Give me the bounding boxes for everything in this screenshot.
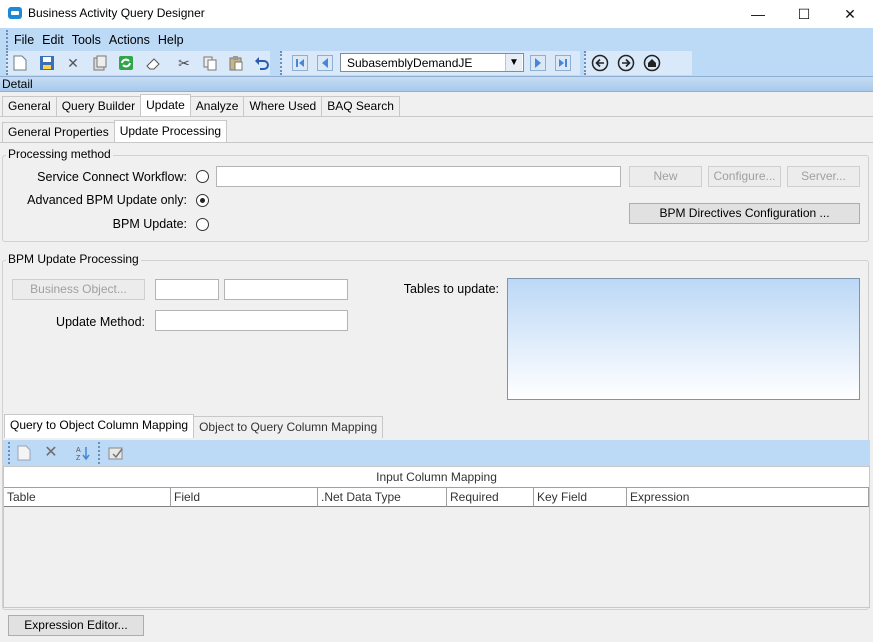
expression-editor-button[interactable]: Expression Editor... [8, 615, 144, 636]
svg-text:A: A [76, 447, 81, 454]
service-connect-label: Service Connect Workflow: [37, 170, 187, 184]
column-header-required[interactable]: Required [447, 487, 534, 507]
refresh-icon[interactable] [116, 53, 136, 73]
update-sub-tabs: General Properties Update Processing [2, 120, 228, 142]
bpm-update-label: BPM Update: [112, 217, 187, 231]
save-icon[interactable] [37, 53, 57, 73]
tab-baq-search[interactable]: BAQ Search [321, 96, 400, 116]
chevron-down-icon[interactable]: ▼ [505, 54, 522, 71]
processing-method-title: Processing method [6, 147, 113, 161]
new-row-icon[interactable] [14, 443, 34, 463]
home-icon[interactable] [642, 53, 662, 73]
sort-icon[interactable]: AZ [73, 443, 93, 463]
delete-icon[interactable]: ✕ [63, 53, 83, 73]
business-object-button[interactable]: Business Object... [12, 279, 145, 300]
close-icon: ✕ [844, 5, 856, 22]
tab-general-properties[interactable]: General Properties [2, 122, 115, 142]
svg-text:Z: Z [76, 455, 81, 461]
cut-icon[interactable]: ✂ [174, 53, 194, 73]
menu-tools[interactable]: Tools [68, 30, 105, 50]
server-button[interactable]: Server... [787, 166, 860, 187]
column-header-net-data-type[interactable]: .Net Data Type [318, 487, 447, 507]
query-id-combobox[interactable]: SubasemblyDemandJE [340, 53, 524, 72]
tables-to-update-label: Tables to update: [403, 282, 499, 296]
column-header-table[interactable]: Table [4, 487, 171, 507]
window-title: Business Activity Query Designer [28, 6, 205, 20]
grid-toolbar [3, 440, 870, 466]
tab-analyze[interactable]: Analyze [189, 96, 245, 116]
configure-button[interactable]: Configure... [708, 166, 781, 187]
menu-file[interactable]: File [6, 30, 38, 50]
main-tabs-divider [0, 116, 873, 117]
tab-object-to-query-mapping[interactable]: Object to Query Column Mapping [193, 416, 384, 438]
app-icon [8, 7, 22, 19]
undo-icon[interactable] [252, 53, 272, 73]
advanced-bpm-radio[interactable] [196, 194, 209, 207]
close-button[interactable]: ✕ [827, 0, 873, 28]
maximize-button[interactable]: ☐ [781, 0, 827, 28]
grid-toolbar-separator [98, 442, 100, 464]
main-tabs: General Query Builder Update Analyze Whe… [2, 94, 400, 116]
update-method-label: Update Method: [56, 315, 145, 329]
maximize-icon: ☐ [797, 5, 811, 22]
business-object-field-1[interactable] [155, 279, 219, 300]
attachment-icon[interactable] [90, 53, 110, 73]
column-header-key-field[interactable]: Key Field [534, 487, 627, 507]
tab-query-to-object-mapping[interactable]: Query to Object Column Mapping [4, 414, 195, 438]
next-record-icon[interactable] [528, 53, 548, 73]
copy-icon[interactable] [200, 53, 220, 73]
paste-icon[interactable] [226, 53, 246, 73]
last-record-icon[interactable] [553, 53, 573, 73]
minimize-icon: — [751, 6, 765, 22]
advanced-bpm-label: Advanced BPM Update only: [27, 193, 187, 207]
detail-header: Detail [0, 76, 873, 92]
minimize-button[interactable]: — [735, 0, 781, 28]
service-connect-radio[interactable] [196, 170, 209, 183]
tab-update[interactable]: Update [140, 94, 191, 116]
back-icon[interactable] [590, 53, 610, 73]
business-object-field-2[interactable] [224, 279, 348, 300]
service-connect-field[interactable] [216, 166, 621, 187]
eraser-icon[interactable] [143, 53, 163, 73]
menu-bar: File Edit Tools Actions Help [6, 30, 188, 50]
mapping-tabs: Query to Object Column Mapping Object to… [4, 414, 384, 438]
menu-help[interactable]: Help [154, 30, 188, 50]
tab-query-builder[interactable]: Query Builder [55, 96, 142, 116]
tab-general[interactable]: General [2, 96, 57, 116]
grid-edit-icon[interactable] [106, 443, 126, 463]
first-record-icon[interactable] [290, 53, 310, 73]
bpm-update-radio[interactable] [196, 218, 209, 231]
bpm-directives-button[interactable]: BPM Directives Configuration ... [629, 203, 860, 224]
column-header-field[interactable]: Field [171, 487, 318, 507]
grid-band-header: Input Column Mapping [4, 467, 869, 487]
new-button[interactable]: New [629, 166, 702, 187]
tab-update-processing[interactable]: Update Processing [113, 120, 228, 142]
delete-row-icon[interactable]: ✕ [41, 443, 61, 463]
tables-to-update-list[interactable] [507, 278, 860, 400]
new-icon[interactable] [10, 53, 30, 73]
menu-actions[interactable]: Actions [105, 30, 154, 50]
tab-where-used[interactable]: Where Used [243, 96, 323, 116]
forward-icon[interactable] [616, 53, 636, 73]
column-header-expression[interactable]: Expression [627, 487, 869, 507]
sub-tabs-divider [0, 142, 873, 143]
bpm-update-title: BPM Update Processing [6, 252, 141, 266]
menu-edit[interactable]: Edit [38, 30, 68, 50]
previous-record-icon[interactable] [315, 53, 335, 73]
update-method-field[interactable] [155, 310, 348, 331]
